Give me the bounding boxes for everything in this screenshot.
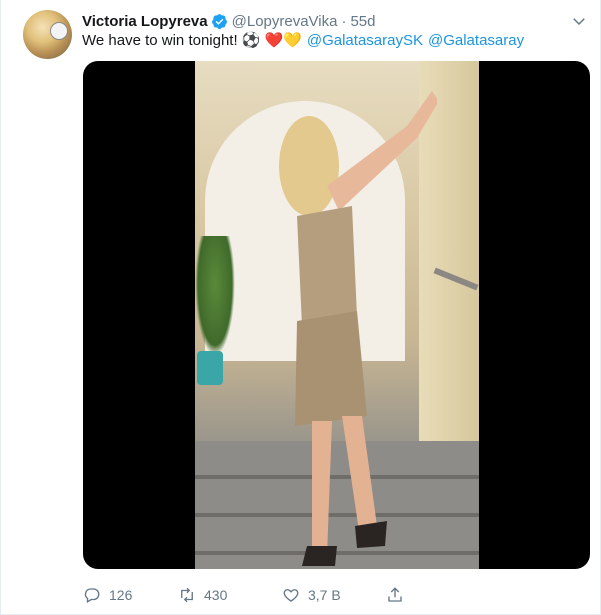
chevron-down-icon[interactable] [570,12,588,30]
author-name[interactable]: Victoria Lopyreva [82,13,208,30]
planter-graphic [197,351,223,385]
reply-icon [84,588,100,603]
tweet-card[interactable]: Victoria Lopyreva @LopyrevaVika · 55d We… [0,0,601,615]
tweet-timestamp[interactable]: 55d [350,13,375,30]
reply-count: 126 [109,587,133,603]
verified-badge-icon [211,13,227,29]
avatar-ball-graphic [50,22,68,40]
plant-graphic [195,236,235,356]
mention-galatasaraysk[interactable]: @GalatasaraySK [307,31,423,51]
reply-button[interactable]: 126 [83,586,178,604]
retweet-icon [181,587,193,603]
tweet-text: We have to win tonight! ⚽ ❤️💛 @Galatasar… [82,31,524,51]
like-count: 3,7 B [308,587,341,603]
tweet-emojis: ⚽ ❤️💛 [241,32,302,49]
retweet-button[interactable]: 430 [178,586,282,604]
person-figure [279,91,437,566]
like-button[interactable]: 3,7 B [282,586,386,604]
tweet-header: Victoria Lopyreva @LopyrevaVika · 55d [82,11,376,31]
separator-dot: · [341,12,347,30]
share-button[interactable] [386,586,404,604]
author-handle[interactable]: @LopyrevaVika [232,13,338,30]
tweet-body: We have to win tonight! [82,32,238,49]
retweet-count: 430 [204,587,228,603]
heart-icon [283,589,299,602]
mention-galatasaray[interactable]: @Galatasaray [428,31,524,51]
video-frame [195,61,479,569]
avatar[interactable] [23,10,72,59]
share-icon [388,587,402,602]
tweet-actions: 126 430 3,7 B [83,584,404,606]
video-player[interactable] [83,61,590,569]
